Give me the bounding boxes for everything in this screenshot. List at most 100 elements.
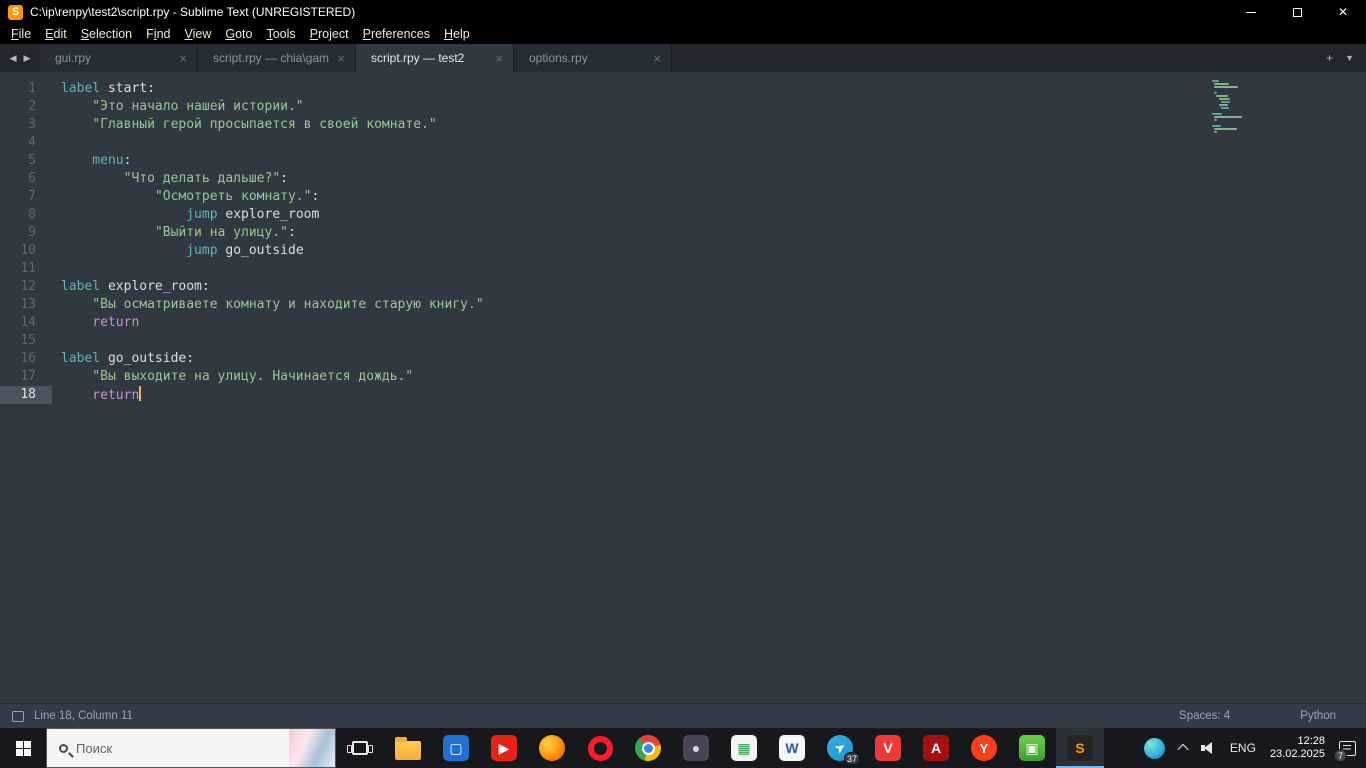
minimize-button[interactable] xyxy=(1228,0,1274,24)
sublime-logo-icon: S xyxy=(8,4,23,20)
code-line: 7 "Осмотреть комнату.": xyxy=(0,188,1366,206)
opera-glyph xyxy=(587,735,613,761)
menu-bar: File Edit Selection Find View Goto Tools Projec… xyxy=(0,24,1366,44)
status-right: Spaces: 4 Python xyxy=(1179,710,1354,722)
menu-item-project[interactable]: Project xyxy=(303,27,356,41)
tab-gui.rpy[interactable]: gui.rpy × xyxy=(40,44,198,72)
green-app-glyph: ▣ xyxy=(1019,735,1045,761)
sublime-text-icon[interactable]: S xyxy=(1056,728,1104,768)
tab-script.rpy-chia-game[interactable]: script.rpy — chia\game × xyxy=(198,44,356,72)
code-lines: 1 label start: 2 "Это начало нашей истории… xyxy=(0,80,1366,404)
line-number: 8 xyxy=(28,207,36,222)
line-number: 13 xyxy=(20,297,36,312)
tab-label: options.rpy xyxy=(529,51,588,65)
code-line: 2 "Это начало нашей истории." xyxy=(0,98,1366,116)
indent-setting[interactable]: Spaces: 4 xyxy=(1179,710,1230,722)
browser-tray-icon xyxy=(1143,737,1165,759)
firefox-icon[interactable] xyxy=(528,728,576,768)
window-controls: ✕ xyxy=(1228,0,1366,24)
tab-close-icon[interactable]: × xyxy=(337,51,345,66)
tab-overflow-button[interactable]: ▼ xyxy=(1345,53,1354,63)
menu-item-view[interactable]: View xyxy=(177,27,218,41)
cursor-position[interactable]: Line 18, Column 11 xyxy=(34,710,133,722)
tab-scroll-right-icon[interactable]: ▶ xyxy=(24,53,31,64)
task-view-button[interactable] xyxy=(336,728,384,768)
tab-close-icon[interactable]: × xyxy=(495,51,503,66)
chrome-glyph xyxy=(635,735,661,761)
line-number: 10 xyxy=(20,243,36,258)
opera-icon[interactable] xyxy=(576,728,624,768)
line-number: 11 xyxy=(20,261,36,276)
tray-time: 12:28 xyxy=(1297,735,1325,747)
minimap[interactable] xyxy=(1212,80,1272,134)
yandex-browser-glyph: Y xyxy=(971,735,997,761)
line-number: 17 xyxy=(20,369,36,384)
search-icon xyxy=(59,743,68,753)
chrome-icon[interactable] xyxy=(624,728,672,768)
youtube-icon[interactable]: ▶ xyxy=(480,728,528,768)
notification-count-badge: 7 xyxy=(1334,749,1347,762)
tab-scroll-controls: ◀ ▶ xyxy=(0,44,40,72)
menu-item-selection[interactable]: Selection xyxy=(74,27,139,41)
menu-item-find[interactable]: Find xyxy=(139,27,177,41)
tab-options.rpy[interactable]: options.rpy × xyxy=(514,44,672,72)
file-explorer-icon[interactable] xyxy=(384,728,432,768)
volume-button[interactable] xyxy=(1194,728,1223,768)
tab-close-icon[interactable]: × xyxy=(179,51,187,66)
menu-item-goto[interactable]: Goto xyxy=(218,27,259,41)
tab-close-icon[interactable]: × xyxy=(653,51,661,66)
menu-item-edit[interactable]: Edit xyxy=(38,27,74,41)
code-line: 1 label start: xyxy=(0,80,1366,98)
code-line: 9 "Выйти на улицу.": xyxy=(0,224,1366,242)
status-bar: Line 18, Column 11 Spaces: 4 Python xyxy=(0,703,1366,728)
line-number: 2 xyxy=(28,99,36,114)
tray-overflow-button[interactable] xyxy=(1172,728,1194,768)
new-tab-button[interactable]: + xyxy=(1326,51,1333,65)
acrobat-glyph: A xyxy=(923,735,949,761)
menu-item-tools[interactable]: Tools xyxy=(259,27,302,41)
action-center-button[interactable]: 7 xyxy=(1332,728,1366,768)
tab-label: gui.rpy xyxy=(55,51,92,65)
taskbar-search[interactable]: Поиск xyxy=(46,728,336,768)
taskbar: Поиск ▢ ▶ ● ▦ W ➤ 37 V A Y ▣ S ENG 12:28 23.02.2025… xyxy=(0,728,1366,768)
acrobat-icon[interactable]: A xyxy=(912,728,960,768)
menu-item-help[interactable]: Help xyxy=(437,27,477,41)
taskbar-apps: ▢ ▶ ● ▦ W ➤ 37 V A Y ▣ S xyxy=(384,728,1104,768)
green-app-icon[interactable]: ▣ xyxy=(1008,728,1056,768)
language-indicator[interactable]: ENG xyxy=(1223,728,1263,768)
code-line: 6 "Что делать дальше?": xyxy=(0,170,1366,188)
tray-browser-button[interactable] xyxy=(1137,728,1172,768)
file-explorer-glyph xyxy=(395,737,421,760)
code-line: 3 "Главный герой просыпается в своей ком… xyxy=(0,116,1366,134)
tab-script.rpy-test2[interactable]: script.rpy — test2 × xyxy=(356,44,514,72)
search-decoration-image xyxy=(289,729,335,767)
youtube-glyph: ▶ xyxy=(491,735,517,761)
line-number: 12 xyxy=(20,279,36,294)
maximize-icon xyxy=(1292,7,1302,17)
code-editor[interactable]: 1 label start: 2 "Это начало нашей истории… xyxy=(0,72,1366,703)
line-number: 5 xyxy=(28,153,36,168)
code-line: 13 "Вы осматриваете комнату и находите с… xyxy=(0,296,1366,314)
syntax-mode[interactable]: Python xyxy=(1300,710,1336,722)
start-button[interactable] xyxy=(0,728,46,768)
word-app-icon[interactable]: W xyxy=(768,728,816,768)
maximize-button[interactable] xyxy=(1274,0,1320,24)
vivaldi-glyph: V xyxy=(875,735,901,761)
photos-app-icon[interactable]: ▢ xyxy=(432,728,480,768)
vivaldi-icon[interactable]: V xyxy=(864,728,912,768)
telegram-icon[interactable]: ➤ 37 xyxy=(816,728,864,768)
tab-scroll-left-icon[interactable]: ◀ xyxy=(10,53,17,64)
close-button[interactable]: ✕ xyxy=(1320,0,1366,24)
yandex-browser-icon[interactable]: Y xyxy=(960,728,1008,768)
tabs: gui.rpy × script.rpy — chia\game × script.rp… xyxy=(40,44,672,72)
spreadsheet-app-icon[interactable]: ▦ xyxy=(720,728,768,768)
menu-item-file[interactable]: File xyxy=(4,27,38,41)
menu-item-preferences[interactable]: Preferences xyxy=(356,27,437,41)
panel-toggle-icon[interactable] xyxy=(12,710,24,722)
gimp-icon[interactable]: ● xyxy=(672,728,720,768)
text-cursor xyxy=(139,386,142,401)
clock[interactable]: 12:28 23.02.2025 xyxy=(1263,728,1332,768)
line-number: 1 xyxy=(28,81,36,96)
code-line: 10 jump go_outside xyxy=(0,242,1366,260)
minimize-icon xyxy=(1246,11,1256,13)
